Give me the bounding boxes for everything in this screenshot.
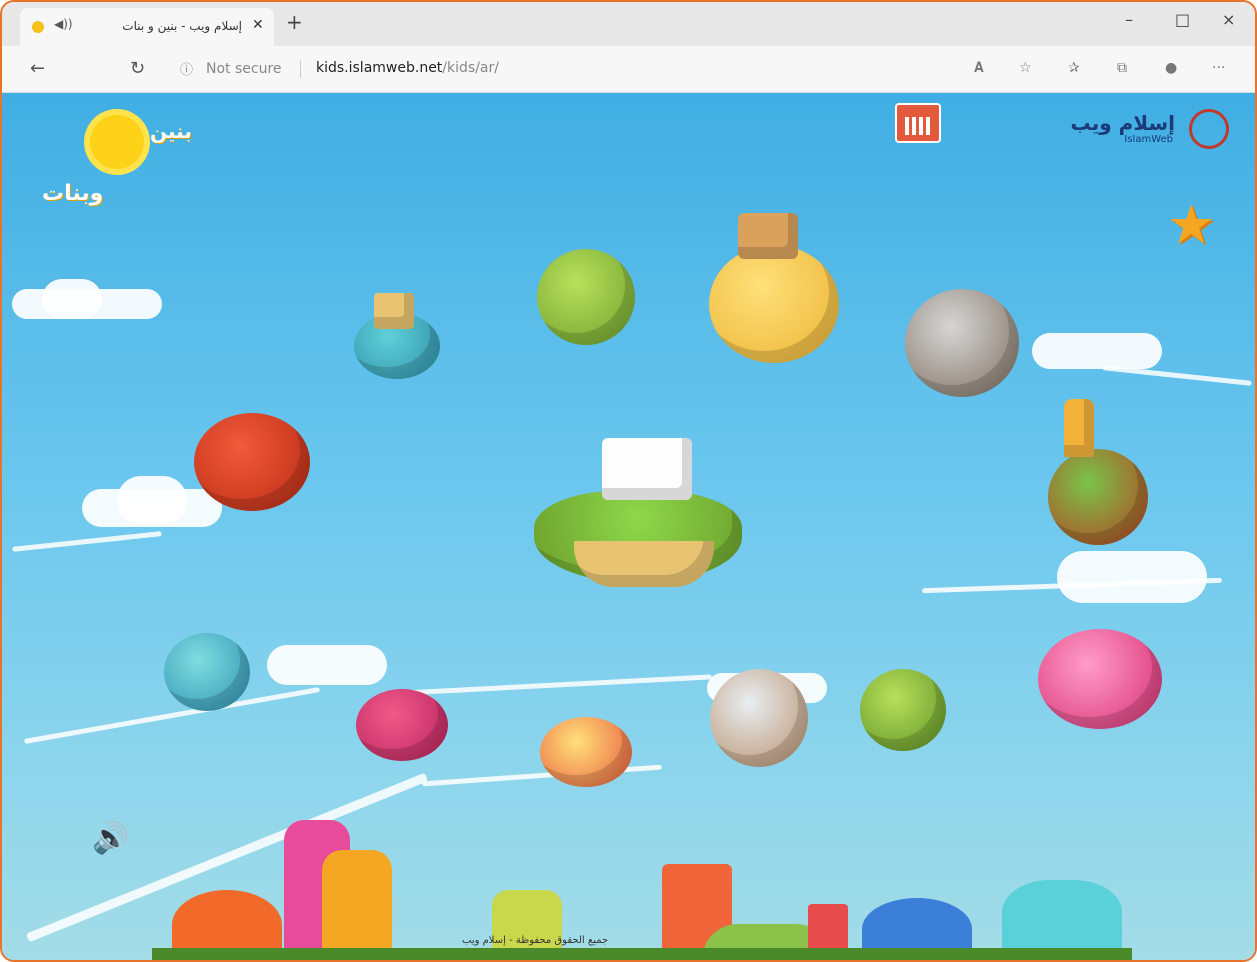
close-window-button[interactable]: × (1222, 10, 1235, 29)
reload-icon[interactable]: ↻ (130, 58, 145, 79)
ground (152, 948, 1132, 960)
city-building (322, 850, 392, 960)
story-planet[interactable] (194, 413, 310, 511)
url-path: /kids/ar/ (442, 60, 499, 76)
address-separator (300, 60, 301, 78)
islamweb-logo[interactable]: إسلام ويب IslamWeb (1014, 109, 1229, 149)
candy-planet[interactable] (1038, 629, 1162, 729)
site-logo-line2: وبنات (42, 181, 104, 206)
islamweb-mark-icon (1189, 109, 1229, 149)
maximize-button[interactable]: □ (1175, 10, 1190, 29)
green-planet[interactable] (860, 669, 946, 751)
url-host: kids.islamweb.net (316, 60, 443, 76)
speaker-icon[interactable]: 🔊 (92, 821, 129, 856)
kids-homepage: بنين وبنات إسلام ويب IslamWeb ★ 🔊 جميع ا… (2, 93, 1255, 960)
tab-favicon-icon (32, 21, 44, 33)
tab-title: إسلام ويب - بنين و بنات (122, 19, 242, 33)
islamweb-logo-subtitle: IslamWeb (1124, 134, 1173, 145)
cloud-streak (1102, 365, 1252, 386)
islamweb-logo-text: إسلام ويب (1070, 111, 1175, 135)
desert-planet[interactable] (709, 245, 839, 363)
active-tab[interactable]: ◀)) إسلام ويب - بنين و بنات ✕ (20, 8, 274, 46)
plus-icon[interactable]: + (286, 12, 303, 32)
audio-planet[interactable] (164, 633, 250, 711)
house-icon (738, 213, 798, 259)
footer-copyright: جميع الحقوق محفوظة - إسلام ويب (462, 935, 609, 946)
calendar-button[interactable] (895, 103, 941, 143)
glass-dome-planet[interactable] (710, 669, 808, 767)
basket-planet[interactable] (540, 717, 632, 787)
cloud-streak (382, 674, 712, 697)
profile-icon[interactable]: ● (1165, 60, 1177, 76)
mosque-dome-planet[interactable] (905, 289, 1019, 397)
calendar-icon (905, 117, 931, 135)
minimize-button[interactable]: – (1125, 10, 1133, 29)
cloud (267, 645, 387, 685)
collections-icon[interactable]: ⧉ (1117, 60, 1127, 76)
info-icon[interactable]: ⓘ (180, 59, 193, 78)
close-icon[interactable]: ✕ (252, 17, 264, 33)
game-controller-icon (574, 541, 714, 587)
speaker-icon[interactable]: ◀)) (54, 17, 73, 31)
url-field[interactable]: kids.islamweb.net/kids/ar/ (316, 60, 499, 76)
tab-bar: ◀)) إسلام ويب - بنين و بنات ✕ + – □ × (2, 2, 1255, 46)
favorites-star-icon[interactable]: ★ (1167, 198, 1215, 252)
site-logo-line1: بنين (150, 119, 192, 143)
cloud-streak (12, 531, 162, 552)
read-aloud-icon[interactable]: 𝐀 (974, 60, 984, 76)
cloud (117, 476, 187, 524)
sun-logo-icon[interactable] (90, 115, 144, 169)
browser-window: ◀)) إسلام ويب - بنين و بنات ✕ + – □ × ← … (0, 0, 1257, 962)
security-label[interactable]: Not secure (206, 61, 282, 77)
favorites-icon[interactable]: ✰ (1068, 60, 1080, 76)
mosque-planet[interactable] (1048, 449, 1148, 545)
minaret-icon (1064, 399, 1094, 457)
castle-icon (602, 438, 692, 500)
favorite-star-icon[interactable]: ☆ (1019, 60, 1032, 76)
cave-planet[interactable] (537, 249, 635, 345)
address-bar: ← ↻ ⓘ Not secure kids.islamweb.net/kids/… (2, 46, 1255, 93)
cloud (1032, 333, 1162, 369)
more-icon[interactable]: ··· (1212, 60, 1225, 76)
cloud (1057, 551, 1207, 603)
back-arrow-icon[interactable]: ← (30, 58, 45, 79)
book-icon (374, 293, 414, 329)
cloud (42, 279, 102, 319)
pink-planet[interactable] (356, 689, 448, 761)
